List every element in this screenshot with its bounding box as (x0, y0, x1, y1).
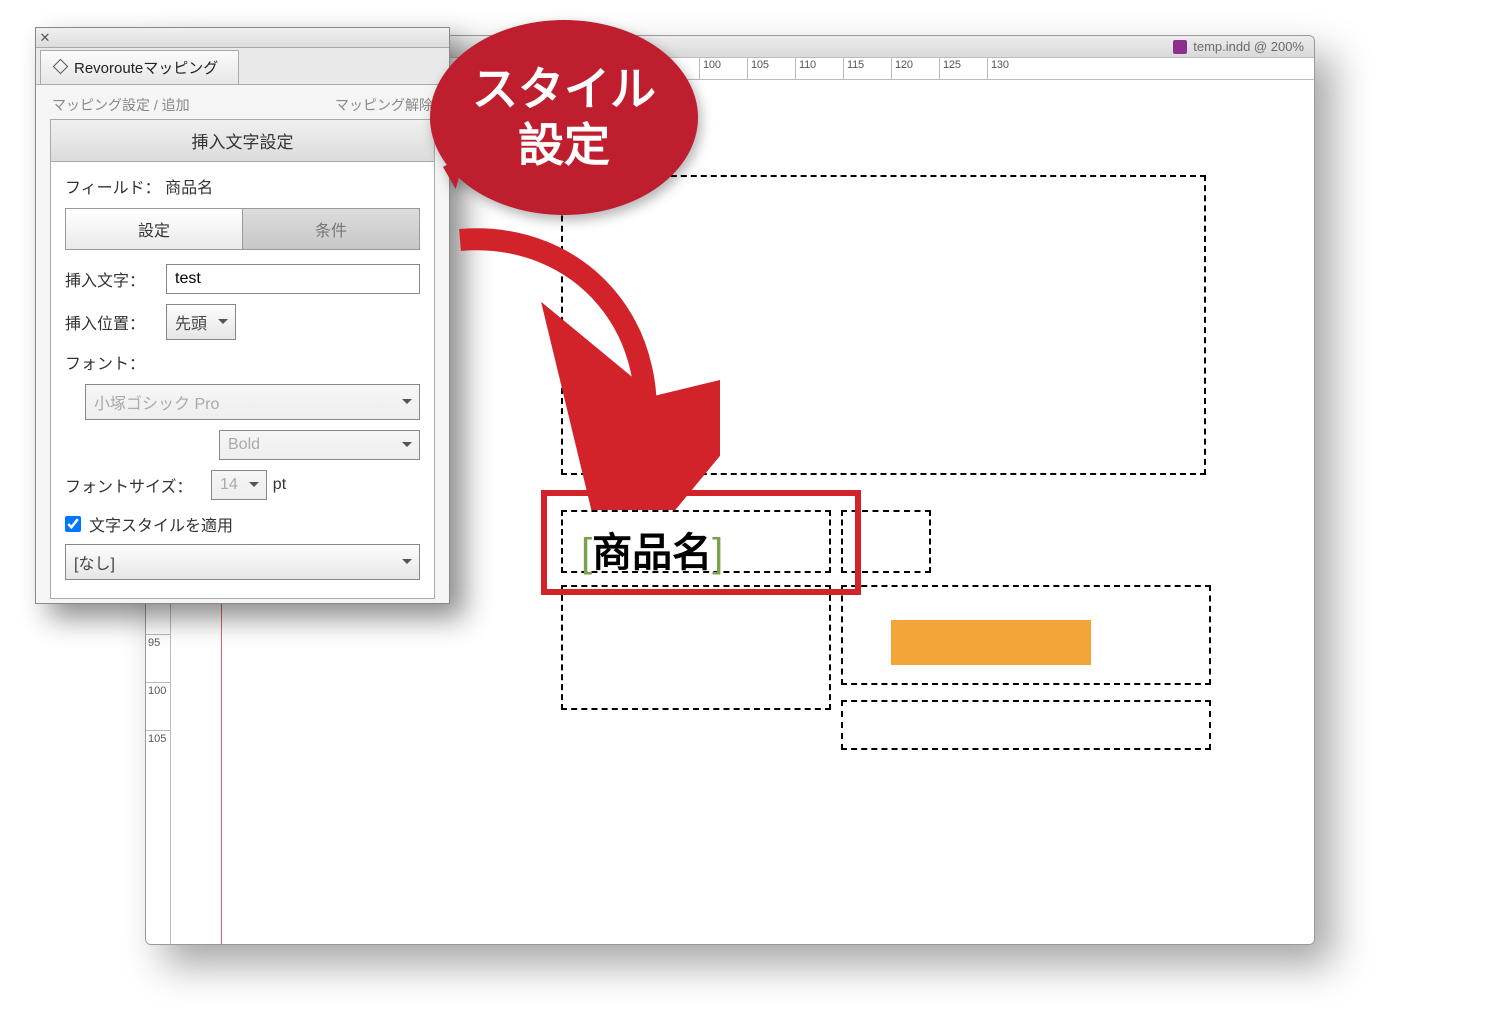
char-style-select[interactable]: [なし] (65, 544, 420, 580)
description-frame[interactable] (561, 585, 831, 710)
insert-pos-select[interactable]: 先頭 (166, 304, 236, 340)
callout-bubble: スタイル 設定 (430, 20, 698, 215)
small-frame-1[interactable] (841, 510, 931, 573)
indesign-doc-title: temp.indd @ 200% (1193, 39, 1304, 54)
bottom-frame[interactable] (841, 700, 1211, 750)
field-placeholder-text: [商品名] (581, 520, 723, 578)
mapping-remove-link[interactable]: マッピング解除 (335, 95, 433, 115)
font-size-label: フォントサイズ： (65, 473, 205, 497)
insert-text-label: 挿入文字： (65, 267, 160, 291)
mapping-panel: ✕ Revorouteマッピング マッピング設定 / 追加 マッピング解除 挿入… (35, 27, 450, 604)
apply-char-style-label: 文字スタイルを適用 (89, 512, 233, 536)
tab-conditions[interactable]: 条件 (242, 209, 419, 249)
dialog-tabs: 設定 条件 (65, 208, 420, 250)
field-name-value: 商品名 (165, 180, 213, 197)
close-icon[interactable]: ✕ (36, 30, 54, 46)
tab-settings[interactable]: 設定 (66, 209, 242, 249)
panel-titlebar[interactable]: ✕ (36, 28, 449, 48)
font-family-select[interactable]: 小塚ゴシック Pro (85, 384, 420, 420)
indesign-doc-icon (1173, 40, 1187, 54)
font-size-select[interactable]: 14 (211, 470, 267, 500)
font-weight-select[interactable]: Bold (219, 430, 420, 460)
image-frame[interactable] (561, 175, 1206, 475)
panel-tab[interactable]: Revorouteマッピング (40, 50, 239, 84)
font-size-unit: pt (273, 476, 286, 494)
dialog-title: 挿入文字設定 (51, 120, 434, 162)
insert-char-dialog: 挿入文字設定 フィールド： 商品名 設定 条件 挿入文字： 挿入位置： (50, 119, 435, 599)
price-highlight-fill (891, 620, 1091, 665)
font-label: フォント： (65, 350, 160, 374)
insert-pos-label: 挿入位置： (65, 310, 160, 334)
insert-text-input[interactable] (166, 264, 420, 294)
mapping-add-link[interactable]: マッピング設定 / 追加 (52, 95, 190, 115)
field-row: フィールド： 商品名 (65, 174, 420, 198)
apply-char-style-checkbox[interactable] (65, 516, 81, 532)
